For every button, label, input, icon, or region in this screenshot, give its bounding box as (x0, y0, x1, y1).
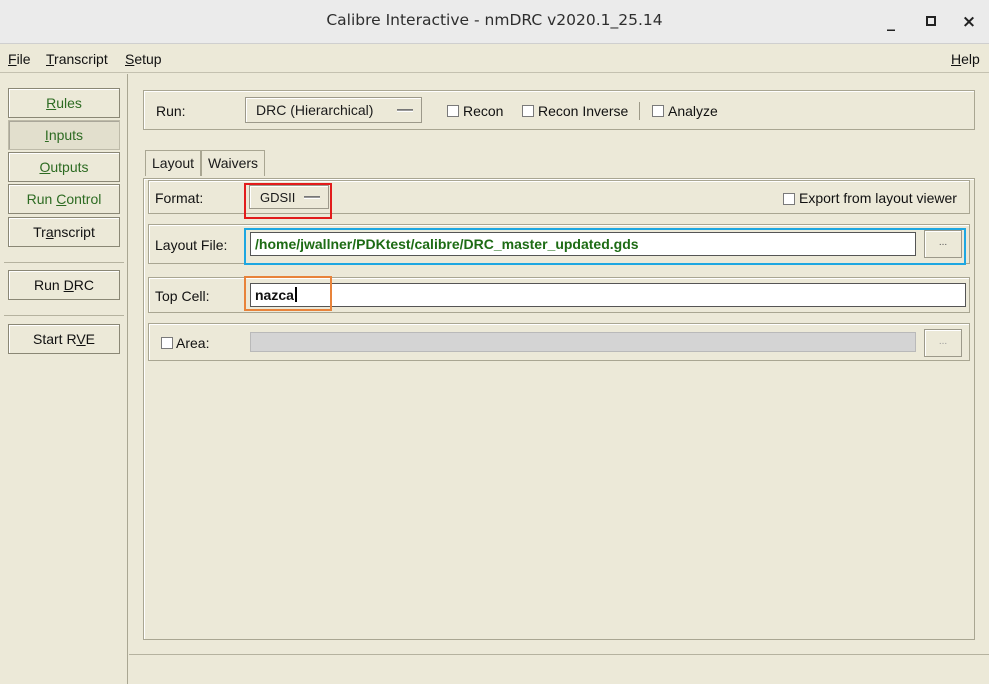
run-control-label-pre: Run (26, 191, 57, 207)
sidebar-divider (4, 262, 124, 263)
start-rve-label-post: E (85, 331, 95, 347)
run-control-label-post: ontrol (66, 191, 102, 207)
run-options-box: Run: DRC (Hierarchical) Recon Recon Inve… (143, 90, 975, 130)
inputs-label-post: nputs (48, 127, 84, 143)
sidebar-run-control-button[interactable]: Run Control (8, 184, 120, 214)
menu-file-mnemonic: F (8, 51, 17, 67)
recon-inverse-label: Recon Inverse (538, 103, 629, 119)
run-drc-label-pre: Run (34, 277, 64, 293)
recon-inverse-checkbox[interactable] (522, 105, 534, 117)
menu-file-label: ile (16, 51, 31, 67)
area-label: Area: (176, 335, 210, 351)
run-mode-dropdown[interactable]: DRC (Hierarchical) (245, 97, 422, 123)
tab-waivers[interactable]: Waivers (201, 150, 266, 176)
minimize-button[interactable]: _ (878, 10, 904, 34)
start-rve-label-mnemonic: V (76, 331, 86, 347)
menu-setup-label: etup (134, 51, 162, 67)
run-label: Run: (156, 103, 186, 119)
start-rve-button[interactable]: Start RVE (8, 324, 120, 354)
transcript-label-mnemonic: a (45, 224, 54, 240)
sidebar: Rules Inputs Outputs Run Control Transcr… (0, 74, 128, 684)
run-control-label-mnemonic: C (56, 191, 67, 207)
menu-transcript-label: ranscript (54, 51, 108, 67)
transcript-label-pre: Tr (33, 224, 46, 240)
recon-label: Recon (463, 103, 504, 119)
sidebar-rules-button[interactable]: Rules (8, 88, 120, 118)
outputs-label-mnemonic: O (39, 159, 51, 175)
status-bar (129, 654, 989, 684)
rules-label-mnemonic: R (46, 95, 57, 111)
sidebar-divider (4, 315, 124, 316)
run-drc-label-mnemonic: D (63, 277, 74, 293)
menu-help-mnemonic: H (951, 51, 962, 67)
menu-setup[interactable]: Setup (125, 51, 162, 67)
run-options-divider (639, 102, 640, 120)
close-button[interactable]: × (956, 10, 982, 34)
menu-help-label: elp (961, 51, 980, 67)
format-label: Format: (155, 190, 204, 206)
maximize-button[interactable] (918, 10, 944, 34)
run-drc-button[interactable]: Run DRC (8, 270, 120, 300)
menu-file[interactable]: File (8, 51, 31, 67)
menu-transcript[interactable]: Transcript (46, 51, 108, 67)
menu-setup-mnemonic: S (125, 51, 135, 67)
window-title: Calibre Interactive - nmDRC v2020.1_25.1… (326, 11, 663, 29)
dropdown-indicator-icon (397, 109, 413, 112)
transcript-label-post: nscript (53, 224, 95, 240)
run-drc-label-post: RC (73, 277, 94, 293)
calibre-window: Calibre Interactive - nmDRC v2020.1_25.1… (0, 0, 989, 684)
sidebar-inputs-button[interactable]: Inputs (8, 120, 120, 150)
menu-bar: File Transcript Setup Help (0, 45, 989, 73)
sidebar-transcript-button[interactable]: Transcript (8, 217, 120, 247)
area-input (250, 332, 916, 352)
export-from-layout-viewer-label: Export from layout viewer (799, 190, 957, 206)
maximize-icon (926, 16, 936, 26)
layout-file-highlight-box (244, 228, 966, 265)
outputs-label-post: utputs (50, 159, 89, 175)
top-cell-highlight-box (244, 276, 332, 311)
recon-checkbox[interactable] (447, 105, 459, 117)
rules-label-post: ules (56, 95, 82, 111)
start-rve-label-pre: Start R (33, 331, 77, 347)
main-panel: Run: DRC (Hierarchical) Recon Recon Inve… (129, 74, 989, 684)
area-browse-button: ... (924, 329, 962, 357)
area-row: Area: ... (148, 323, 970, 361)
sidebar-outputs-button[interactable]: Outputs (8, 152, 120, 182)
top-cell-label: Top Cell: (155, 288, 210, 304)
menu-transcript-mnemonic: T (46, 51, 55, 67)
analyze-label: Analyze (668, 103, 718, 119)
layout-file-label: Layout File: (155, 237, 228, 253)
tab-layout[interactable]: Layout (145, 150, 202, 176)
top-cell-input[interactable]: nazca (250, 283, 966, 307)
analyze-checkbox[interactable] (652, 105, 664, 117)
title-bar: Calibre Interactive - nmDRC v2020.1_25.1… (0, 0, 989, 44)
area-checkbox[interactable] (161, 337, 173, 349)
menu-help[interactable]: Help (951, 51, 980, 67)
run-mode-value: DRC (Hierarchical) (256, 102, 374, 118)
format-highlight-box (244, 183, 332, 219)
export-from-layout-viewer-checkbox[interactable] (783, 193, 795, 205)
